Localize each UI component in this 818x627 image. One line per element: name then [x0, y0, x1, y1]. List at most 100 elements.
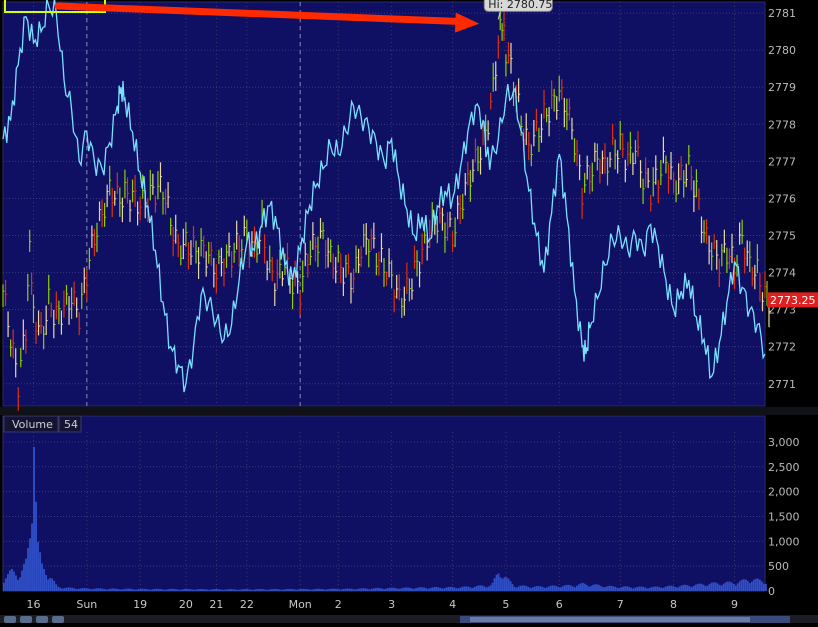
- volume-bar: [612, 586, 614, 591]
- volume-bar: [417, 587, 419, 591]
- toolbar-icon-2[interactable]: [20, 616, 32, 623]
- volume-bar: [167, 589, 170, 591]
- volume-bar: [262, 589, 265, 591]
- volume-bar: [286, 588, 289, 591]
- toolbar-icon-4[interactable]: [52, 616, 64, 623]
- volume-bar: [431, 587, 434, 591]
- volume-bar: [169, 588, 172, 591]
- volume-bar: [586, 585, 588, 591]
- volume-bar: [35, 501, 37, 591]
- volume-bar: [31, 523, 33, 591]
- volume-bar: [543, 587, 546, 591]
- volume-bar: [155, 588, 158, 591]
- volume-tick-label: 3,000: [768, 436, 800, 449]
- volume-bar: [224, 589, 226, 591]
- volume-bar: [660, 587, 663, 591]
- volume-bar: [282, 589, 285, 591]
- chart-canvas[interactable]: 2771277227732774277527762777277827792780…: [0, 0, 818, 623]
- volume-bar: [457, 588, 460, 591]
- volume-bar: [75, 589, 78, 591]
- volume-bar: [332, 588, 335, 591]
- volume-bar: [656, 586, 659, 591]
- volume-bar: [196, 589, 198, 591]
- volume-bar: [210, 589, 212, 591]
- volume-bar: [206, 589, 208, 591]
- volume-bar: [175, 589, 178, 591]
- volume-bar: [704, 585, 707, 591]
- volume-bar: [131, 589, 134, 591]
- volume-bar: [125, 588, 128, 591]
- volume-bar: [507, 578, 510, 591]
- volume-bar: [296, 589, 299, 591]
- volume-bar: [614, 586, 617, 591]
- volume-bar: [200, 588, 202, 591]
- volume-bar: [545, 587, 548, 591]
- volume-bar: [310, 589, 313, 591]
- volume-bar: [475, 586, 478, 591]
- volume-bar: [246, 589, 249, 591]
- volume-bar: [686, 585, 689, 591]
- volume-bar: [153, 588, 156, 591]
- volume-bar: [407, 587, 409, 591]
- volume-bar: [479, 585, 482, 591]
- volume-bar: [557, 587, 560, 591]
- volume-bar: [183, 588, 186, 591]
- trading-chart[interactable]: 2771 2772 2773 2774 2775 2776 2777 2778 2779 2780…: [0, 0, 818, 623]
- volume-bar: [374, 587, 377, 591]
- panel-divider[interactable]: [0, 407, 818, 415]
- volume-bar: [678, 586, 681, 591]
- volume-bar: [622, 586, 625, 591]
- volume-bar: [187, 588, 190, 591]
- volume-bar: [435, 586, 438, 591]
- volume-bar: [67, 587, 70, 591]
- bottom-toolbar[interactable]: [0, 615, 818, 623]
- toolbar-icon-1[interactable]: [4, 616, 16, 623]
- volume-bar: [449, 586, 452, 591]
- volume-bar: [706, 585, 709, 591]
- volume-bar: [59, 587, 62, 591]
- volume-bar: [11, 568, 13, 591]
- volume-bar: [358, 588, 361, 591]
- volume-bar: [334, 588, 337, 591]
- price-tick-label: 2781: [768, 7, 796, 20]
- volume-bar: [294, 589, 297, 591]
- volume-bar: [756, 578, 759, 591]
- volume-bar: [497, 573, 500, 591]
- volume-bar: [746, 580, 749, 591]
- volume-bar: [618, 588, 621, 591]
- volume-bar: [270, 589, 273, 591]
- volume-bar: [326, 589, 329, 591]
- volume-bar: [676, 587, 679, 591]
- price-tick-label: 2771: [768, 378, 796, 391]
- volume-bar: [485, 587, 488, 591]
- volume-bar: [652, 586, 655, 591]
- volume-bar: [455, 588, 458, 591]
- volume-bar: [547, 586, 550, 591]
- volume-title: Volume: [12, 418, 53, 431]
- scrollbar-thumb[interactable]: [470, 617, 750, 622]
- volume-bar: [487, 586, 490, 591]
- volume-bar: [567, 584, 570, 591]
- volume-bar: [722, 583, 725, 591]
- volume-bar: [280, 589, 283, 591]
- volume-bar: [376, 587, 379, 591]
- volume-bar: [429, 588, 432, 591]
- volume-bar: [129, 588, 132, 591]
- volume-bar: [368, 589, 371, 591]
- volume-bar: [451, 586, 454, 591]
- volume-bar: [517, 586, 520, 591]
- volume-bar: [15, 575, 17, 591]
- toolbar-icon-3[interactable]: [36, 616, 48, 623]
- volume-bar: [672, 586, 675, 591]
- volume-bar: [720, 585, 723, 591]
- volume-bar: [177, 589, 180, 591]
- volume-bar: [133, 589, 136, 591]
- time-axis-label: 22: [240, 598, 254, 611]
- volume-bar: [89, 589, 92, 591]
- volume-bar: [33, 446, 35, 591]
- volume-bar: [378, 588, 381, 591]
- time-axis-label: 21: [209, 598, 223, 611]
- price-tick-label: 2778: [768, 118, 796, 131]
- volume-bar: [596, 584, 598, 591]
- volume-bar: [714, 582, 717, 591]
